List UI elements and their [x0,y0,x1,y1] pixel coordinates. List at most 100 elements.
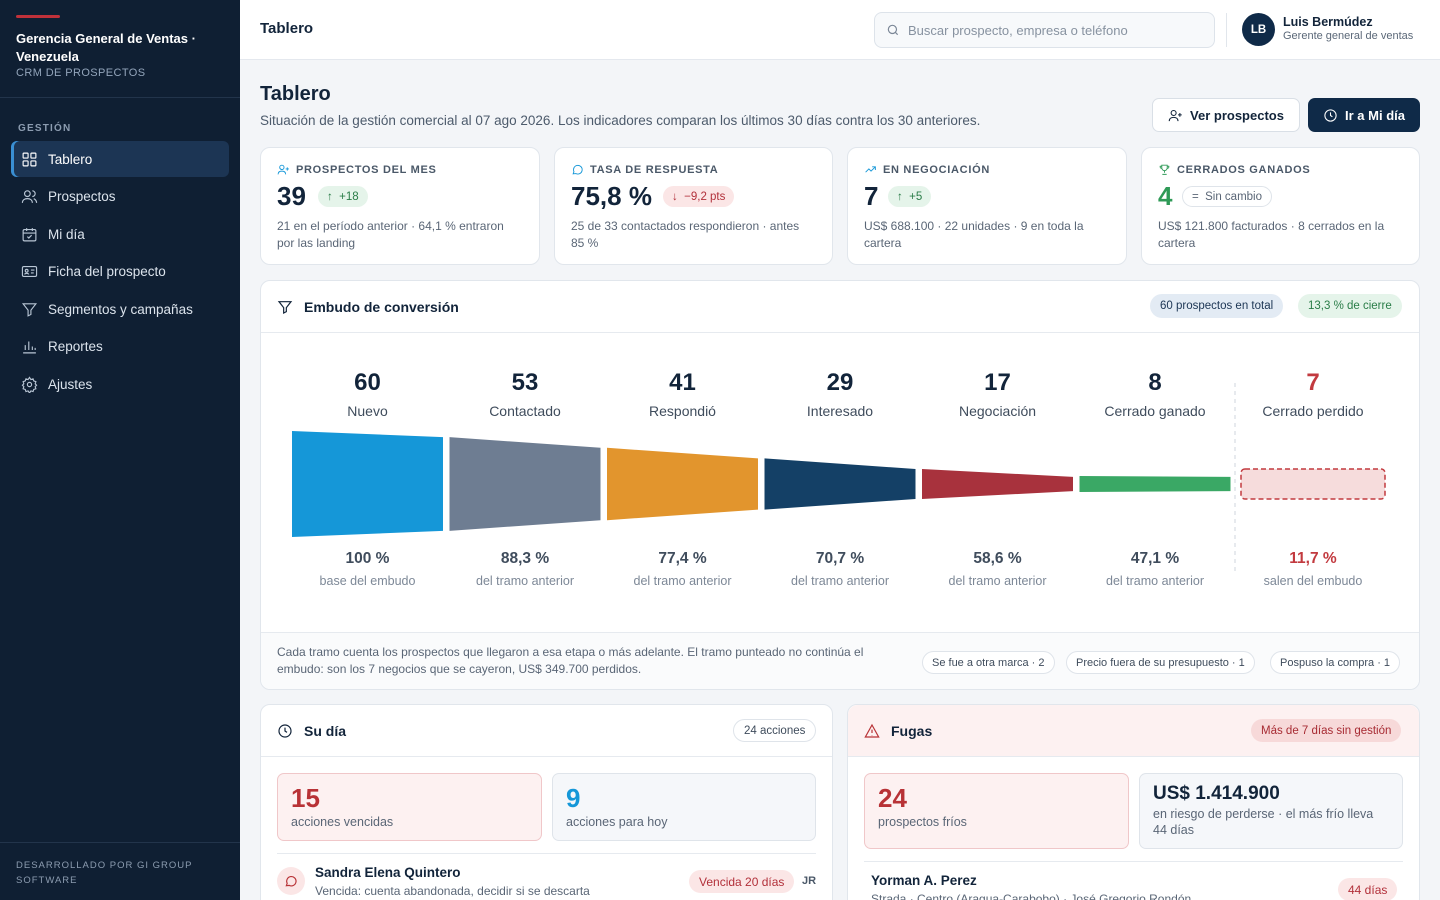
leak-contact-name[interactable]: Yorman A. Perez [871,873,977,888]
kpi-card-won[interactable]: CERRADOS GANADOS 4 = Sin cambio US$ 121.… [1141,147,1420,265]
overdue-stat[interactable]: 15 acciones vencidas [277,773,542,841]
search-box[interactable] [874,12,1215,48]
calendar-icon [22,227,37,241]
funnel-segment[interactable] [922,468,1073,500]
leaks-card: Fugas Más de 7 días sin gestión 24 prosp… [847,704,1420,900]
sidebar-footer: DESARROLLADO POR GI GROUP SOFTWARE [0,842,240,900]
today-count: 9 [566,783,581,813]
sidebar-nav: Tablero Prospectos Mi día Ficha del pros… [0,141,240,402]
clock-icon [278,723,292,738]
funnel-footnote: Cada tramo cuenta los prospectos que lle… [277,645,864,676]
risk-amount: US$ 1.414.900 [1153,783,1280,804]
kpi-delta-badge: ↓ −9,2 pts [663,186,735,207]
clock-icon [1324,108,1337,122]
loss-reason-tag[interactable]: Se fue a otra marca · 2 [922,651,1055,674]
whatsapp-icon [572,164,583,175]
gear-icon [21,375,38,393]
funnel-segment[interactable] [607,447,758,521]
kpi-note: 21 en el período anterior · 64,1 % entra… [277,219,504,250]
funnel-chart [292,383,1386,573]
kpi-value: 7 [864,181,879,211]
overdue-label: acciones vencidas [291,815,394,829]
sidebar-item-label: Tablero [48,151,93,167]
avatar[interactable]: LB [1242,13,1275,46]
user-name[interactable]: Luis Bermúdez [1283,15,1373,29]
trophy-icon [1159,164,1170,175]
risk-amount-stat[interactable]: US$ 1.414.900 en riesgo de perderse · el… [1139,773,1403,849]
go-my-day-button[interactable]: Ir a Mi día [1308,98,1420,132]
task-owner: JR [802,875,817,887]
kpi-label-text: PROSPECTOS DEL MES [296,163,437,176]
leak-description: Strada · Centro (Aragua-Carabobo) · José… [871,892,1192,900]
funnel-lost-segment[interactable] [1240,468,1386,500]
user-plus-icon [1168,109,1182,121]
brand: Gerencia General de Ventas · Venezuela C… [0,0,240,98]
kpi-delta: +18 [339,190,359,203]
sidebar-item-segmentos[interactable]: Segmentos y campañas [11,291,229,327]
my-day-title: Su día [304,722,347,739]
kpi-delta-badge: ↑ +5 [888,186,932,207]
warning-icon [864,723,880,738]
leaks-title: Fugas [891,722,933,739]
loss-reason-tag[interactable]: Pospuso la compra · 1 [1270,651,1401,674]
kpi-value: 4 [1158,181,1173,211]
kpi-label: EN NEGOCIACIÓN [864,163,990,176]
user-plus-icon [277,164,289,175]
today-stat[interactable]: 9 acciones para hoy [552,773,816,841]
kpi-note: US$ 688.100 · 22 unidades · 9 en toda la… [864,219,1084,250]
topbar-divider [1226,13,1227,47]
my-day-card: Su día 24 acciones 15 acciones vencidas … [260,704,833,900]
sidebar-item-tablero[interactable]: Tablero [11,141,229,177]
kpi-delta: Sin cambio [1205,190,1262,203]
sidebar-item-label: Reportes [48,339,103,354]
sidebar-item-mi-dia[interactable]: Mi día [11,216,229,252]
kpi-card-prospects[interactable]: PROSPECTOS DEL MES 39 ↑ +18 21 en el per… [260,147,540,265]
grid-icon [22,152,37,166]
funnel-footer: Cada tramo cuenta los prospectos que lle… [261,632,1419,689]
funnel-segment[interactable] [1079,476,1231,492]
overdue-count: 15 [291,783,320,813]
cold-prospects-stat[interactable]: 24 prospectos fríos [864,773,1129,849]
funnel-segment[interactable] [764,458,916,510]
sidebar-item-ficha[interactable]: Ficha del prospecto [11,254,229,290]
sidebar-item-ajustes[interactable]: Ajustes [11,366,229,402]
kpi-label-text: EN NEGOCIACIÓN [883,163,990,176]
nav-section-label: GESTIÓN [18,123,72,134]
sidebar-item-label: Segmentos y campañas [48,301,193,317]
task-description: Vencida: cuenta abandonada, decidir si s… [315,884,590,898]
bar-chart-icon [23,341,36,354]
page-subtitle: Situación de la gestión comercial al 07 … [260,113,981,128]
sidebar-item-label: Mi día [48,226,85,242]
kpi-label-text: CERRADOS GANADOS [1177,163,1311,176]
search-input[interactable] [908,22,1198,38]
funnel-segment[interactable] [292,431,443,537]
actions-count-badge: 24 acciones [733,719,817,742]
kpi-card-negotiation[interactable]: EN NEGOCIACIÓN 7 ↑ +5 US$ 688.100 · 22 u… [847,147,1127,265]
page-title: Tablero [260,83,331,105]
sidebar-item-label: Prospectos [48,189,116,204]
task-contact-name[interactable]: Sandra Elena Quintero [315,865,461,880]
sidebar-item-prospectos[interactable]: Prospectos [11,179,229,215]
view-prospects-button[interactable]: Ver prospectos [1152,98,1300,132]
cold-label: prospectos fríos [878,815,967,829]
kpi-delta: +5 [909,190,923,203]
go-my-day-label: Ir a Mi día [1345,107,1405,123]
funnel-segment[interactable] [449,437,601,531]
divider [864,861,1403,862]
sidebar-item-reportes[interactable]: Reportes [11,329,229,365]
trending-up-icon [865,166,876,173]
kpi-label-text: TASA DE RESPUESTA [590,163,719,176]
task-status-badge: Vencida 20 días [689,870,795,893]
kpi-delta: −9,2 pts [684,190,726,203]
divider [277,853,816,854]
kpi-delta-badge: ↑ +18 [318,186,368,207]
kpi-note: 25 de 33 contactados respondieron · ante… [571,219,800,250]
kpi-label: PROSPECTOS DEL MES [277,163,437,176]
loss-reason-tag[interactable]: Precio fuera de su presupuesto · 1 [1066,651,1255,674]
sidebar: Gerencia General de Ventas · Venezuela C… [0,0,240,900]
topbar-title: Tablero [260,20,314,37]
kpi-card-response-rate[interactable]: TASA DE RESPUESTA 75,8 % ↓ −9,2 pts 25 d… [554,147,833,265]
whatsapp-icon [277,867,305,895]
user-role: Gerente general de ventas [1283,30,1414,42]
leaks-badge: Más de 7 días sin gestión [1251,719,1402,742]
